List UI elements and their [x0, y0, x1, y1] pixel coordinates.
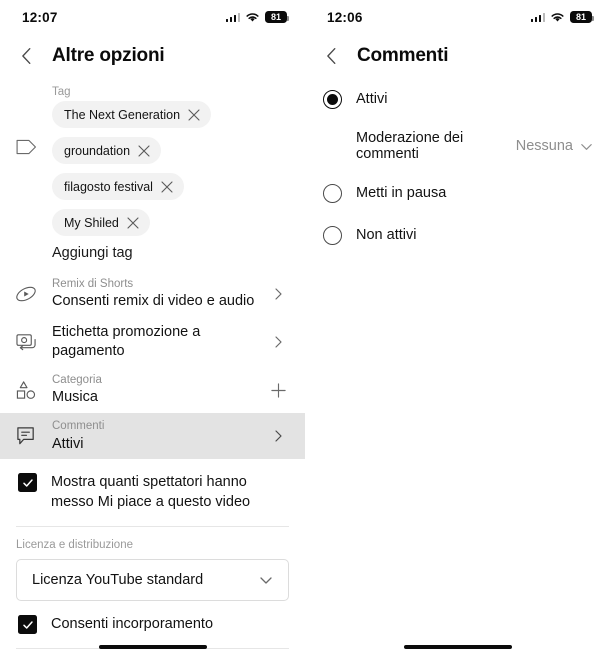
battery-level: 81 — [575, 11, 586, 22]
checkmark-icon — [22, 479, 33, 487]
panel-altre-opzioni: 12:07 81 Altre opzioni Tag The Next Gene… — [0, 0, 305, 660]
cellular-signal-icon — [530, 12, 545, 22]
row-commenti-title: Attivi — [52, 435, 84, 452]
tag-icon-column — [0, 101, 52, 236]
checkbox-consenti-incorporamento[interactable] — [18, 615, 37, 635]
checkmark-icon — [22, 621, 33, 629]
close-icon[interactable] — [188, 108, 200, 121]
moderation-row[interactable]: Moderazione dei commenti Nessuna — [305, 120, 610, 172]
paid-promotion-icon — [0, 332, 52, 352]
home-indicator — [403, 644, 512, 649]
row-commenti-text: Commenti Attivi — [52, 419, 267, 453]
row-categoria[interactable]: Categoria Musica — [0, 367, 305, 413]
category-shapes-icon — [0, 380, 52, 401]
remix-icon — [0, 284, 52, 304]
moderation-value: Nessuna — [515, 138, 573, 154]
row-commenti[interactable]: Commenti Attivi — [0, 413, 305, 460]
wifi-icon — [551, 12, 564, 22]
page-title: Commenti — [357, 45, 449, 66]
cellular-signal-icon — [225, 12, 240, 22]
chevron-right-icon[interactable] — [267, 429, 289, 443]
status-time: 12:06 — [327, 9, 363, 25]
tag-chip-label: My Shiled — [64, 215, 119, 230]
tag-chip[interactable]: My Shiled — [52, 209, 150, 236]
tag-chip-label: The Next Generation — [64, 107, 181, 122]
checkbox-mostra-mi-piace-label: Mostra quanti spettatori hanno messo Mi … — [51, 474, 251, 511]
battery-level: 81 — [270, 11, 281, 22]
tags-block: The Next Generation groundation filagost… — [0, 101, 305, 236]
radio-non-attivi[interactable] — [323, 225, 342, 245]
tag-chip-list: The Next Generation groundation filagost… — [52, 101, 291, 236]
tag-chip[interactable]: groundation — [52, 137, 162, 164]
row-categoria-sublabel: Categoria — [52, 373, 102, 386]
close-icon[interactable] — [161, 180, 173, 193]
license-select[interactable]: Licenza YouTube standard — [16, 559, 289, 602]
checkbox-row-mostra-mi-piace[interactable]: Mostra quanti spettatori hanno messo Mi … — [0, 459, 305, 526]
page-title: Altre opzioni — [52, 45, 165, 66]
status-bar-right: 12:06 81 — [305, 0, 610, 34]
status-indicators: 81 — [225, 11, 289, 23]
checkbox-consenti-incorporamento-label: Consenti incorporamento — [51, 616, 214, 633]
header-right: Commenti — [305, 34, 610, 78]
row-categoria-text: Categoria Musica — [52, 373, 267, 407]
home-indicator — [98, 644, 207, 649]
status-indicators: 81 — [530, 11, 594, 23]
status-bar-left: 12:07 81 — [0, 0, 305, 34]
tag-chip[interactable]: The Next Generation — [52, 101, 212, 128]
row-promozione-text: Etichetta promozione a pagamento — [52, 323, 267, 361]
header-left: Altre opzioni — [0, 34, 305, 78]
tag-section-label: Tag — [52, 86, 71, 98]
row-remix-di-shorts[interactable]: Remix di Shorts Consenti remix di video … — [0, 271, 305, 317]
radio-attivi-label: Attivi — [356, 91, 388, 107]
comment-bubble-icon — [0, 426, 52, 447]
tag-chip[interactable]: filagosto festival — [52, 173, 184, 200]
add-tag-button[interactable]: Aggiungi tag — [0, 236, 305, 271]
license-section-label: Licenza e distribuzione — [16, 539, 133, 552]
radio-row-metti-in-pausa[interactable]: Metti in pausa — [305, 172, 610, 214]
checkbox-row-consenti-incorporamento[interactable]: Consenti incorporamento — [0, 601, 305, 648]
tag-chip-label: groundation — [64, 143, 131, 158]
license-select-value: Licenza YouTube standard — [32, 572, 204, 589]
radio-metti-in-pausa[interactable] — [323, 183, 342, 203]
chevron-down-icon[interactable] — [579, 139, 594, 154]
dual-screenshot-container: 12:07 81 Altre opzioni Tag The Next Gene… — [0, 0, 610, 660]
moderation-select[interactable]: Nessuna — [516, 138, 594, 154]
wifi-icon — [246, 12, 259, 22]
radio-row-attivi[interactable]: Attivi — [305, 78, 610, 120]
moderation-label: Moderazione dei commenti — [356, 130, 464, 162]
panel-commenti: 12:06 81 Commenti Attivi Moderazione dei… — [305, 0, 610, 660]
close-icon[interactable] — [138, 144, 150, 157]
battery-icon: 81 — [265, 11, 289, 23]
status-time: 12:07 — [22, 9, 58, 25]
plus-icon[interactable] — [267, 382, 289, 399]
row-commenti-sublabel: Commenti — [52, 420, 105, 433]
back-chevron-icon[interactable] — [321, 45, 343, 67]
chevron-right-icon[interactable] — [267, 287, 289, 301]
row-remix-text: Remix di Shorts Consenti remix di video … — [52, 277, 267, 311]
tag-chip-label: filagosto festival — [64, 179, 153, 194]
chevron-down-icon[interactable] — [258, 572, 274, 588]
close-icon[interactable] — [127, 216, 139, 229]
radio-non-attivi-label: Non attivi — [356, 227, 417, 243]
row-etichetta-promozione[interactable]: Etichetta promozione a pagamento — [0, 317, 305, 367]
battery-icon: 81 — [570, 11, 594, 23]
tag-icon — [16, 139, 36, 155]
row-categoria-title: Musica — [52, 389, 98, 406]
back-chevron-icon[interactable] — [16, 45, 38, 67]
radio-row-non-attivi[interactable]: Non attivi — [305, 214, 610, 256]
chevron-right-icon[interactable] — [267, 335, 289, 349]
row-remix-sublabel: Remix di Shorts — [52, 278, 134, 290]
radio-attivi[interactable] — [323, 89, 342, 109]
row-promozione-title: Etichetta promozione a pagamento — [52, 324, 201, 360]
row-remix-title: Consenti remix di video e audio — [52, 293, 255, 310]
checkbox-mostra-mi-piace[interactable] — [18, 473, 37, 493]
delete-button-wrapper: Elimina da YouTube — [0, 649, 305, 660]
radio-metti-in-pausa-label: Metti in pausa — [356, 185, 447, 201]
